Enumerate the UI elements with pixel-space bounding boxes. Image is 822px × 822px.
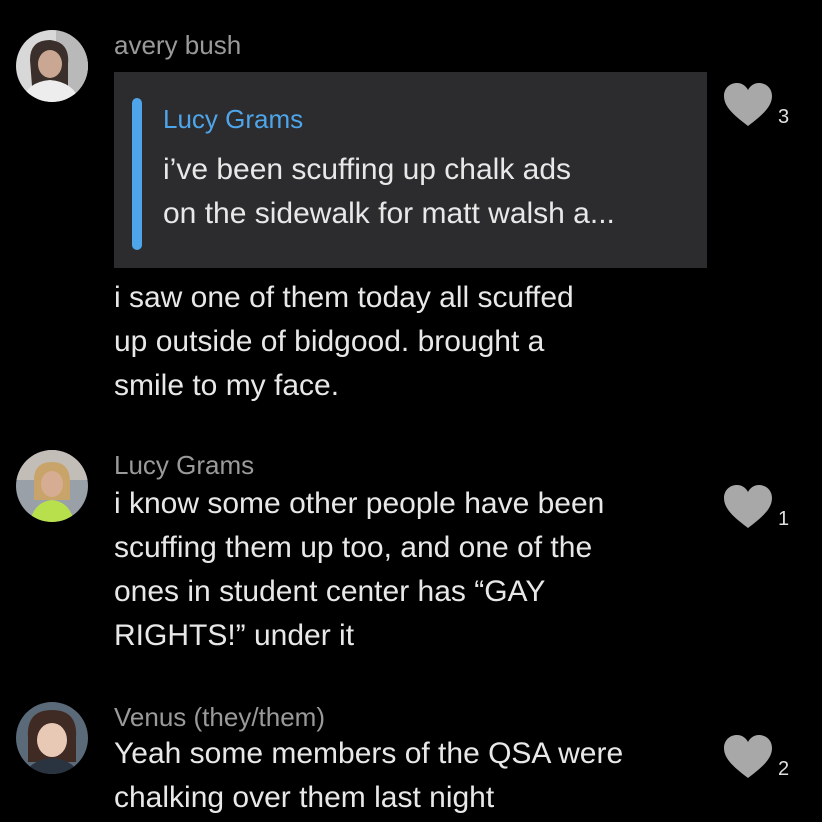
like-count: 2 [778,758,790,780]
like-count: 1 [778,508,790,530]
comment-line: i know some other people have been [114,487,605,520]
heart-icon [724,735,772,778]
like-count: 3 [778,106,790,128]
comment-author[interactable]: Lucy Grams [114,450,254,481]
comment-line: ones in student center has “GAY [114,575,546,608]
heart-icon [724,83,772,126]
quote-text: i’ve been scuffing up chalk ads on the s… [163,148,615,236]
comment-line: up outside of bidgood. brought a [114,325,545,358]
comment-body: Yeah some members of the QSA were chalki… [114,732,714,820]
comment-line: chalking over them last night [114,781,495,814]
comment-author[interactable]: avery bush [114,30,241,61]
comment-line: RIGHTS!” under it [114,619,355,652]
like-button[interactable] [722,484,774,530]
avatar[interactable] [16,450,88,522]
like-button[interactable] [722,734,774,780]
comment-body: i know some other people have been scuff… [114,482,714,658]
comment-body: i saw one of them today all scuffed up o… [114,276,714,408]
quote-line: i’ve been scuffing up chalk ads [163,153,572,186]
heart-icon [724,485,772,528]
comment-line: Yeah some members of the QSA were [114,737,624,770]
comment-line: scuffing them up too, and one of the [114,531,593,564]
comment-line: i saw one of them today all scuffed [114,281,574,314]
quoted-reply[interactable]: Lucy Grams i’ve been scuffing up chalk a… [114,72,707,268]
like-button[interactable] [722,82,774,128]
quote-author: Lucy Grams [163,104,304,134]
comment-author[interactable]: Venus (they/them) [114,702,325,733]
quote-line: on the sidewalk for matt walsh a... [163,197,615,230]
avatar[interactable] [16,30,88,102]
avatar[interactable] [16,702,88,774]
quote-accent-bar [132,98,142,250]
comment-line: smile to my face. [114,369,340,402]
